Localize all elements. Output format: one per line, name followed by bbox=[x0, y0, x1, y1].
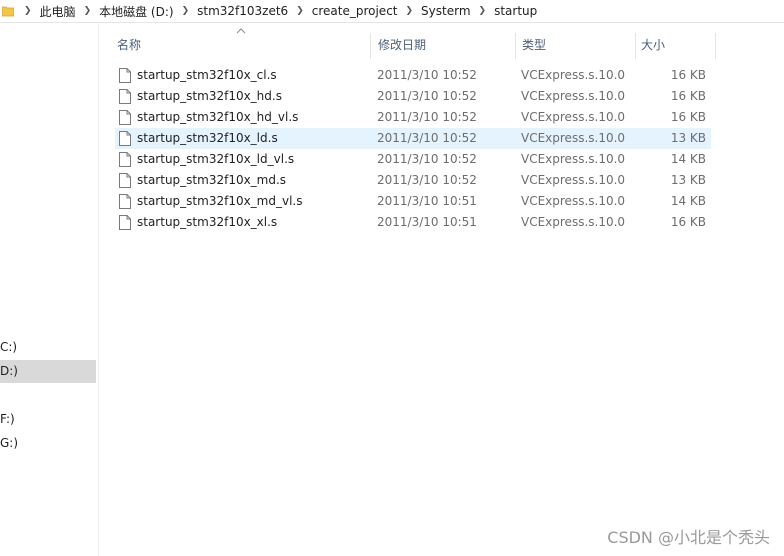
sort-ascending-icon bbox=[236, 28, 246, 34]
file-icon bbox=[119, 194, 131, 209]
file-icon bbox=[119, 215, 131, 230]
breadcrumb-separator-icon[interactable]: ❯ bbox=[178, 6, 194, 16]
file-type: VCExpress.s.10.0 bbox=[521, 173, 626, 187]
file-size: 13 KB bbox=[670, 173, 706, 187]
file-type: VCExpress.s.10.0 bbox=[521, 110, 626, 124]
column-header-type[interactable]: 类型 bbox=[522, 35, 546, 55]
file-name: startup_stm32f10x_cl.s bbox=[137, 68, 277, 82]
watermark: CSDN @小北是个秃头 bbox=[607, 528, 770, 547]
file-row[interactable]: startup_stm32f10x_md.s 2011/3/10 10:52 VCE… bbox=[115, 170, 711, 191]
column-header-size[interactable]: 大小 bbox=[641, 35, 665, 55]
file-type: VCExpress.s.10.0 bbox=[521, 68, 626, 82]
navigation-pane[interactable]: C:) D:) F:) G:) bbox=[0, 23, 99, 556]
column-divider[interactable] bbox=[715, 33, 716, 59]
file-name: startup_stm32f10x_ld.s bbox=[137, 131, 278, 145]
column-divider[interactable] bbox=[635, 33, 636, 59]
column-divider[interactable] bbox=[370, 33, 371, 59]
breadcrumb-separator-icon[interactable]: ❯ bbox=[402, 6, 418, 16]
file-size: 13 KB bbox=[670, 131, 706, 145]
breadcrumb-separator-icon[interactable]: ❯ bbox=[292, 6, 308, 16]
address-bar[interactable]: ❯ 此电脑 ❯ 本地磁盘 (D:) ❯ stm32f103zet6 ❯ crea… bbox=[0, 0, 784, 23]
file-type: VCExpress.s.10.0 bbox=[521, 131, 626, 145]
file-icon bbox=[119, 131, 131, 146]
file-row[interactable]: startup_stm32f10x_hd.s 2011/3/10 10:52 VCE… bbox=[115, 86, 711, 107]
breadcrumb-startup[interactable]: startup bbox=[490, 4, 541, 18]
file-row[interactable]: startup_stm32f10x_xl.s 2011/3/10 10:51 VCE… bbox=[115, 212, 711, 233]
breadcrumb-local-disk-d[interactable]: 本地磁盘 (D:) bbox=[95, 3, 177, 20]
file-name: startup_stm32f10x_ld_vl.s bbox=[137, 152, 295, 166]
file-type: VCExpress.s.10.0 bbox=[521, 215, 626, 229]
file-type: VCExpress.s.10.0 bbox=[521, 194, 626, 208]
file-row[interactable]: startup_stm32f10x_ld.s 2011/3/10 10:52 VCE… bbox=[115, 128, 711, 149]
file-date-modified: 2011/3/10 10:52 bbox=[377, 68, 477, 82]
file-size: 14 KB bbox=[670, 194, 706, 208]
file-name: startup_stm32f10x_md_vl.s bbox=[137, 194, 303, 208]
column-header: 名称 修改日期 类型 大小 bbox=[98, 23, 784, 68]
file-size: 16 KB bbox=[670, 89, 706, 103]
file-row[interactable]: startup_stm32f10x_cl.s 2011/3/10 10:52 VCE… bbox=[115, 65, 711, 86]
column-header-date[interactable]: 修改日期 bbox=[378, 35, 426, 55]
file-row[interactable]: startup_stm32f10x_md_vl.s 2011/3/10 10:51… bbox=[115, 191, 711, 212]
file-icon bbox=[119, 68, 131, 83]
file-date-modified: 2011/3/10 10:52 bbox=[377, 152, 477, 166]
file-icon bbox=[119, 89, 131, 104]
nav-item-drive-f[interactable]: F:) bbox=[0, 408, 96, 431]
file-icon bbox=[119, 173, 131, 188]
file-icon bbox=[119, 110, 131, 125]
breadcrumb-systerm[interactable]: Systerm bbox=[417, 4, 474, 18]
file-date-modified: 2011/3/10 10:52 bbox=[377, 110, 477, 124]
file-date-modified: 2011/3/10 10:52 bbox=[377, 131, 477, 145]
file-name: startup_stm32f10x_md.s bbox=[137, 173, 287, 187]
nav-item-drive-d[interactable]: D:) bbox=[0, 360, 96, 383]
nav-item-drive-g[interactable]: G:) bbox=[0, 432, 96, 455]
file-row[interactable]: startup_stm32f10x_ld_vl.s 2011/3/10 10:52… bbox=[115, 149, 711, 170]
breadcrumb-stm32f103zet6[interactable]: stm32f103zet6 bbox=[193, 4, 292, 18]
breadcrumb-create-project[interactable]: create_project bbox=[308, 4, 402, 18]
file-date-modified: 2011/3/10 10:51 bbox=[377, 194, 477, 208]
folder-icon bbox=[2, 6, 14, 17]
file-icon bbox=[119, 152, 131, 167]
file-date-modified: 2011/3/10 10:52 bbox=[377, 173, 477, 187]
file-size: 14 KB bbox=[670, 152, 706, 166]
file-name: startup_stm32f10x_hd_vl.s bbox=[137, 110, 299, 124]
breadcrumb-separator-icon[interactable]: ❯ bbox=[20, 6, 36, 16]
file-name: startup_stm32f10x_xl.s bbox=[137, 215, 278, 229]
column-divider[interactable] bbox=[515, 33, 516, 59]
file-row[interactable]: startup_stm32f10x_hd_vl.s 2011/3/10 10:52… bbox=[115, 107, 711, 128]
breadcrumb-this-pc[interactable]: 此电脑 bbox=[36, 3, 80, 20]
file-type: VCExpress.s.10.0 bbox=[521, 152, 626, 166]
file-date-modified: 2011/3/10 10:51 bbox=[377, 215, 477, 229]
file-type: VCExpress.s.10.0 bbox=[521, 89, 626, 103]
column-header-name[interactable]: 名称 bbox=[117, 35, 141, 55]
breadcrumb-separator-icon[interactable]: ❯ bbox=[475, 6, 491, 16]
nav-item-drive-c[interactable]: C:) bbox=[0, 336, 96, 359]
file-date-modified: 2011/3/10 10:52 bbox=[377, 89, 477, 103]
file-name: startup_stm32f10x_hd.s bbox=[137, 89, 282, 103]
file-size: 16 KB bbox=[670, 110, 706, 124]
file-size: 16 KB bbox=[670, 68, 706, 82]
breadcrumb-separator-icon[interactable]: ❯ bbox=[80, 6, 96, 16]
file-size: 16 KB bbox=[670, 215, 706, 229]
